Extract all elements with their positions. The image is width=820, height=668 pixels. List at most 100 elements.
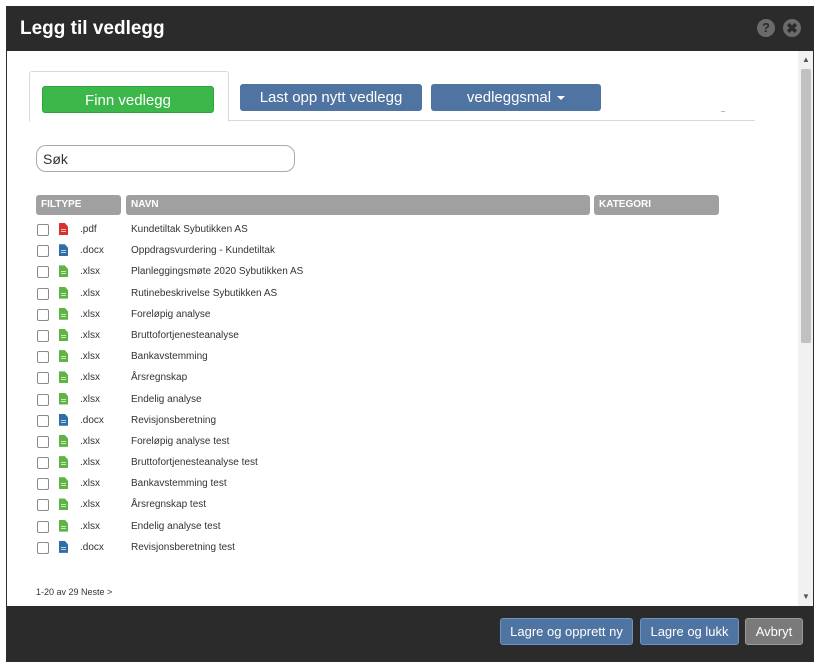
template-dropdown-label: vedleggsmal [466,89,552,106]
row-checkbox[interactable] [37,478,49,491]
row-checkbox[interactable] [37,245,49,258]
word-file-icon [59,413,68,426]
scroll-down-arrow-icon[interactable]: ▼ [798,590,813,604]
table-row[interactable]: .xlsx Bankavstemming test [7,473,797,494]
row-checkbox[interactable] [37,308,49,321]
file-extension: .xlsx [80,457,100,469]
table-row[interactable]: .docx Revisjonsberetning test [7,537,797,558]
file-name[interactable]: Rutinebeskrivelse Sybutikken AS [131,288,277,299]
save-and-close-button[interactable]: Lagre og lukk [640,618,739,645]
table-row[interactable]: .xlsx Årsregnskap test [7,494,797,515]
file-list: .pdf Kundetiltak Sybutikken AS .docx Oppdra… [7,219,797,558]
excel-file-icon [59,392,68,405]
excel-file-icon [59,265,68,278]
excel-file-icon [59,519,68,532]
table-row[interactable]: .docx Oppdragsvurdering - Kundetiltak [7,240,797,261]
table-row[interactable]: .xlsx Bankavstemming [7,346,797,367]
excel-file-icon [59,307,68,320]
row-checkbox[interactable] [37,329,49,342]
upload-new-attachment-tab[interactable]: Last opp nytt vedlegg [240,84,422,111]
save-and-create-new-button[interactable]: Lagre og opprett ny [500,618,633,645]
file-extension: .docx [80,541,104,553]
file-name[interactable]: Foreløpig analyse test [131,436,229,447]
file-extension: .xlsx [80,372,100,384]
column-header-filtype[interactable]: FILTYPE [36,195,121,215]
scrollbar-thumb[interactable] [801,69,811,343]
table-row[interactable]: .xlsx Foreløpig analyse [7,304,797,325]
table-row[interactable]: .xlsx Endelig analyse test [7,516,797,537]
tab-bar: Finn vedlegg Last opp nytt vedlegg vedle… [29,71,755,122]
file-name[interactable]: Kundetiltak Sybutikken AS [131,224,248,235]
row-checkbox[interactable] [37,372,49,385]
file-name[interactable]: Endelig analyse test [131,521,221,532]
row-checkbox[interactable] [37,414,49,427]
file-extension: .pdf [80,224,97,235]
dialog-footer: Lagre og opprett ny Lagre og lukk Avbryt [7,606,813,661]
file-name[interactable]: Bankavstemming test [131,478,227,489]
file-extension: .docx [80,414,104,426]
column-header-kategori[interactable]: KATEGORI [594,195,719,215]
row-checkbox[interactable] [37,224,49,236]
table-row[interactable]: .xlsx Årsregnskap [7,367,797,388]
divider [721,111,725,112]
excel-file-icon [59,498,68,511]
excel-file-icon [59,477,68,490]
table-row[interactable]: .xlsx Endelig analyse [7,389,797,410]
file-name[interactable]: Bankavstemming [131,351,208,362]
file-name[interactable]: Endelig analyse [131,394,202,405]
search-input[interactable] [36,145,295,172]
file-name[interactable]: Planleggingsmøte 2020 Sybutikken AS [131,266,303,277]
row-checkbox[interactable] [37,266,49,279]
file-extension: .xlsx [80,287,100,299]
table-row[interactable]: .xlsx Foreløpig analyse test [7,431,797,452]
row-checkbox[interactable] [37,541,49,554]
file-name[interactable]: Revisjonsberetning [131,415,216,426]
file-name[interactable]: Revisjonsberetning test [131,542,235,553]
file-extension: .xlsx [80,351,100,363]
help-icon[interactable]: ? [757,19,775,37]
excel-file-icon [59,328,68,341]
row-checkbox[interactable] [37,393,49,406]
row-checkbox[interactable] [37,287,49,300]
dialog-title: Legg til vedlegg [20,18,165,39]
table-row[interactable]: .docx Revisjonsberetning [7,410,797,431]
column-header-navn[interactable]: NAVN [126,195,590,215]
table-row[interactable]: .xlsx Planleggingsmøte 2020 Sybutikken AS [7,261,797,282]
excel-file-icon [59,456,68,469]
attachment-template-dropdown[interactable]: vedleggsmal [431,84,601,111]
caret-down-icon [557,96,566,101]
pagination[interactable]: 1-20 av 29 Neste > [36,587,112,597]
file-extension: .xlsx [80,435,100,447]
word-file-icon [59,540,68,553]
row-checkbox[interactable] [37,351,49,364]
word-file-icon [59,244,68,257]
row-checkbox[interactable] [37,499,49,512]
file-name[interactable]: Foreløpig analyse [131,309,210,320]
file-extension: .xlsx [80,266,100,278]
scroll-up-arrow-icon[interactable]: ▲ [798,53,813,67]
table-row[interactable]: .xlsx Bruttofortjenesteanalyse [7,325,797,346]
excel-file-icon [59,350,68,363]
close-icon[interactable]: ✖ [783,19,801,37]
cancel-button[interactable]: Avbryt [745,618,803,645]
file-extension: .xlsx [80,499,100,511]
dialog-header: Legg til vedlegg ? ✖ [7,7,813,51]
file-name[interactable]: Oppdragsvurdering - Kundetiltak [131,245,275,256]
file-extension: .xlsx [80,329,100,341]
file-extension: .xlsx [80,520,100,532]
table-row[interactable]: .pdf Kundetiltak Sybutikken AS [7,219,797,240]
excel-file-icon [59,371,68,384]
pdf-file-icon [59,223,68,235]
row-checkbox[interactable] [37,435,49,448]
row-checkbox[interactable] [37,457,49,470]
row-checkbox[interactable] [37,520,49,533]
file-name[interactable]: Bruttofortjenesteanalyse [131,330,239,341]
file-name[interactable]: Bruttofortjenesteanalyse test [131,457,258,468]
find-attachment-tab[interactable]: Finn vedlegg [42,86,214,113]
file-name[interactable]: Årsregnskap test [131,499,206,510]
table-row[interactable]: .xlsx Bruttofortjenesteanalyse test [7,452,797,473]
file-name[interactable]: Årsregnskap [131,372,187,383]
table-row[interactable]: .xlsx Rutinebeskrivelse Sybutikken AS [7,283,797,304]
file-extension: .xlsx [80,478,100,490]
vertical-scrollbar[interactable]: ▲ ▼ [798,51,813,606]
